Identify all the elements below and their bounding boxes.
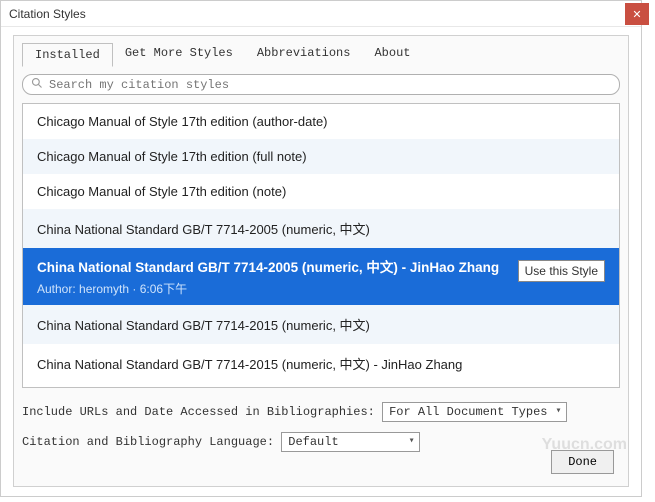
list-item[interactable]: China National Standard GB/T 7714-2015 (…: [23, 305, 619, 344]
content-panel: Installed Get More Styles Abbreviations …: [13, 35, 629, 487]
search-input[interactable]: [49, 78, 611, 92]
close-button[interactable]: ✕: [625, 3, 649, 25]
search-field[interactable]: [22, 74, 620, 95]
option-language: Citation and Bibliography Language: Defa…: [22, 432, 620, 452]
selected-style-meta: Author: heromyth · 6:06下午: [37, 280, 605, 297]
tab-get-more-styles[interactable]: Get More Styles: [113, 42, 245, 66]
styles-list[interactable]: Chicago Manual of Style 17th edition (au…: [22, 103, 620, 388]
citation-styles-window: Citation Styles ✕ Installed Get More Sty…: [0, 0, 642, 497]
language-label: Citation and Bibliography Language:: [22, 435, 274, 449]
list-item[interactable]: Chicago Manual of Style 17th edition (no…: [23, 174, 619, 209]
include-urls-select[interactable]: For All Document Types: [382, 402, 566, 422]
use-this-style-button[interactable]: Use this Style: [518, 260, 605, 282]
titlebar: Citation Styles: [1, 1, 641, 27]
window-title: Citation Styles: [9, 7, 86, 21]
close-icon: ✕: [632, 8, 641, 21]
option-include-urls: Include URLs and Date Accessed in Biblio…: [22, 402, 620, 422]
content-outer: Installed Get More Styles Abbreviations …: [1, 27, 641, 495]
tab-bar: Installed Get More Styles Abbreviations …: [22, 42, 620, 66]
tab-abbreviations[interactable]: Abbreviations: [245, 42, 363, 66]
search-icon: [31, 77, 43, 92]
list-item[interactable]: China National Standard GB/T 7714-2015 (…: [23, 344, 619, 383]
language-select[interactable]: Default: [281, 432, 419, 452]
done-button[interactable]: Done: [551, 450, 614, 474]
tab-about[interactable]: About: [362, 42, 422, 66]
options-area: Include URLs and Date Accessed in Biblio…: [22, 402, 620, 452]
list-item-selected[interactable]: Use this Style China National Standard G…: [23, 248, 619, 305]
tab-installed[interactable]: Installed: [22, 43, 113, 67]
include-urls-label: Include URLs and Date Accessed in Biblio…: [22, 405, 375, 419]
list-item[interactable]: Chicago Manual of Style 17th edition (au…: [23, 104, 619, 139]
list-item[interactable]: Chicago Manual of Style 17th edition (fu…: [23, 139, 619, 174]
list-item[interactable]: China National Standard GB/T 7714-2005 (…: [23, 209, 619, 248]
